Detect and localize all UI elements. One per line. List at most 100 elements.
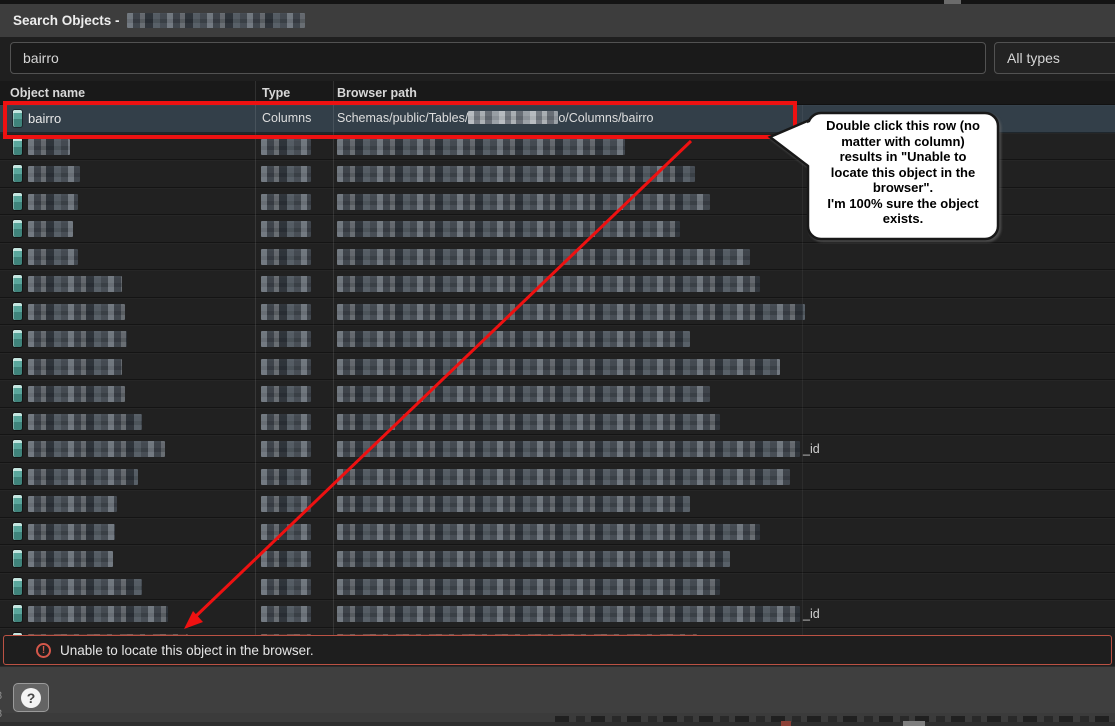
column-icon [13, 303, 22, 320]
name-redaction [28, 579, 142, 595]
column-icon [13, 330, 22, 347]
table-row[interactable] [0, 408, 1115, 436]
table-row[interactable] [0, 270, 1115, 298]
browser-path: Schemas/public/Tables/o/Columns/bairro [337, 105, 654, 133]
type-redaction [261, 386, 311, 402]
name-redaction [28, 469, 138, 485]
name-redaction [28, 276, 122, 292]
name-redaction [28, 606, 168, 622]
path-redaction [337, 166, 695, 182]
path-redaction [337, 194, 710, 210]
type-redaction [261, 524, 311, 540]
column-icon [13, 358, 22, 375]
table-row[interactable] [0, 188, 1115, 216]
table-row[interactable] [0, 353, 1115, 381]
column-icon [13, 495, 22, 512]
column-icon [13, 468, 22, 485]
warning-circle-icon: ! [36, 643, 51, 658]
type-redaction [261, 579, 311, 595]
type-filter-value: All types [1007, 50, 1060, 66]
type-redaction [261, 194, 311, 210]
column-icon [13, 385, 22, 402]
table-row[interactable] [0, 325, 1115, 353]
table-row[interactable] [0, 160, 1115, 188]
column-header-browser-path[interactable]: Browser path [337, 81, 417, 105]
name-redaction [28, 359, 122, 375]
column-icon [13, 440, 22, 457]
type-redaction [261, 249, 311, 265]
column-header-type[interactable]: Type [262, 81, 290, 105]
name-redaction [28, 386, 125, 402]
name-redaction [28, 496, 117, 512]
path-redaction [337, 551, 730, 567]
path-suffix: _id [803, 606, 820, 622]
path-redaction [337, 579, 720, 595]
type-redaction [261, 166, 311, 182]
name-redaction [28, 166, 80, 182]
column-icon [13, 413, 22, 430]
background-red-fragment [781, 721, 791, 726]
type-redaction [261, 304, 311, 320]
table-row[interactable]: _id [0, 600, 1115, 628]
error-message-bar: ! Unable to locate this object in the br… [3, 635, 1112, 665]
type-redaction [261, 496, 311, 512]
results-header: Object name Type Browser path [0, 81, 1115, 105]
path-redaction [337, 469, 790, 485]
background-edge-digit: 3 [0, 708, 6, 720]
type-redaction [261, 276, 311, 292]
table-row[interactable] [0, 215, 1115, 243]
path-redaction [337, 496, 690, 512]
dialog-footer: ? [0, 666, 1115, 713]
background-edge-digit: 3 [0, 690, 6, 702]
question-mark-icon: ? [21, 688, 41, 708]
table-row[interactable] [0, 545, 1115, 573]
column-separator [802, 105, 803, 636]
object-type: Columns [262, 105, 311, 133]
path-redaction [337, 304, 805, 320]
column-icon [13, 138, 22, 155]
path-suffix: o/Columns/bairro [558, 111, 653, 125]
column-icon [13, 523, 22, 540]
path-redaction [337, 249, 750, 265]
path-redaction [337, 414, 720, 430]
column-icon [13, 220, 22, 237]
type-filter-select[interactable]: All types [994, 42, 1115, 74]
name-redaction [28, 139, 70, 155]
name-redaction [28, 524, 115, 540]
dialog-title: Search Objects - [13, 13, 120, 28]
table-row-selected[interactable]: bairro Columns Schemas/public/Tables/o/C… [0, 105, 1115, 133]
table-row[interactable] [0, 490, 1115, 518]
name-redaction [28, 304, 125, 320]
column-icon [13, 578, 22, 595]
table-row[interactable] [0, 573, 1115, 601]
table-row[interactable] [0, 463, 1115, 491]
dialog-titlebar: Search Objects - [0, 4, 1115, 37]
type-redaction [261, 221, 311, 237]
path-redaction [337, 276, 760, 292]
path-redaction [337, 606, 800, 622]
column-header-object-name[interactable]: Object name [10, 81, 85, 105]
table-row[interactable] [0, 518, 1115, 546]
column-separator [333, 81, 334, 636]
type-redaction [261, 139, 311, 155]
table-row[interactable] [0, 380, 1115, 408]
path-redaction [337, 386, 710, 402]
type-redaction [261, 469, 311, 485]
path-redaction [337, 221, 680, 237]
help-button[interactable]: ? [13, 683, 49, 712]
type-redaction [261, 551, 311, 567]
search-input[interactable] [10, 42, 986, 74]
column-icon [13, 165, 22, 182]
object-name: bairro [28, 105, 61, 133]
path-redaction [337, 524, 760, 540]
path-redaction [337, 359, 780, 375]
path-redaction-inline [468, 111, 558, 124]
table-row[interactable]: _id [0, 435, 1115, 463]
background-band [0, 722, 1115, 726]
name-redaction [28, 221, 73, 237]
table-row[interactable] [0, 133, 1115, 161]
background-app-strip [0, 713, 1115, 726]
table-row[interactable] [0, 298, 1115, 326]
table-row[interactable] [0, 243, 1115, 271]
column-icon [13, 248, 22, 265]
